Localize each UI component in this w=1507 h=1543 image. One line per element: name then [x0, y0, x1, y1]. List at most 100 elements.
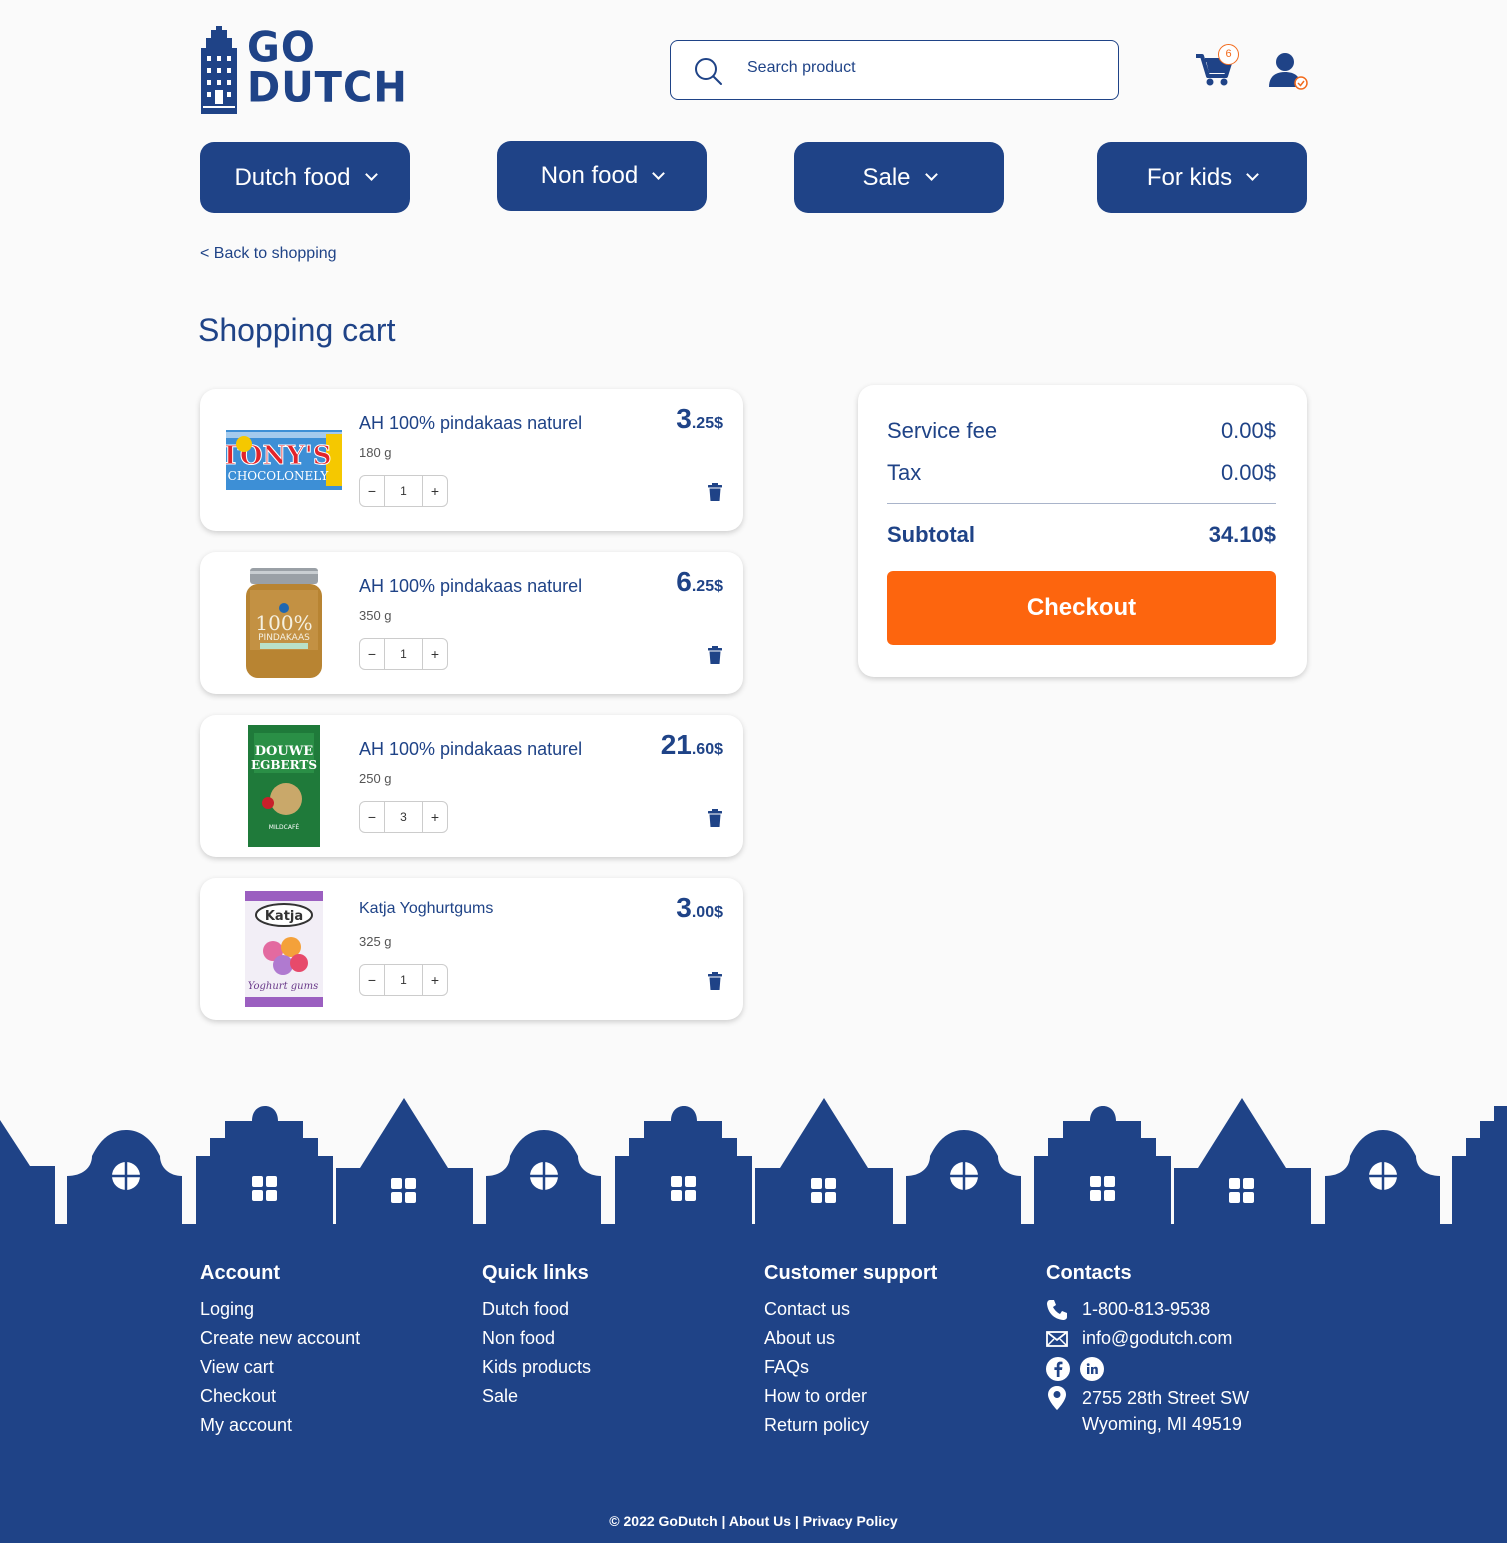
- product-name[interactable]: AH 100% pindakaas naturel: [359, 413, 582, 434]
- candy-bag-image: Katja Yoghurt gums: [245, 891, 323, 1007]
- increase-button[interactable]: +: [423, 639, 447, 669]
- order-summary: Service fee 0.00$ Tax 0.00$ Subtotal 34.…: [858, 385, 1307, 677]
- svg-text:CHOCOLONELY: CHOCOLONELY: [228, 469, 330, 483]
- product-weight: 250 g: [359, 771, 392, 786]
- product-price: 3.25$: [676, 403, 723, 434]
- about-us-link[interactable]: About Us: [729, 1513, 791, 1529]
- back-to-shopping-link[interactable]: < Back to shopping: [200, 245, 337, 263]
- canal-house-logo-icon: [201, 26, 237, 114]
- footer-link-how-to-order[interactable]: How to order: [764, 1382, 937, 1411]
- footer-heading: Quick links: [482, 1262, 589, 1284]
- footer-link-dutch-food[interactable]: Dutch food: [482, 1295, 591, 1324]
- chevron-down-icon: [1246, 168, 1260, 181]
- service-fee-value: 0.00$: [1220, 418, 1276, 443]
- phone-row[interactable]: 1-800-813-9538: [1046, 1295, 1249, 1324]
- page-title: Shopping cart: [198, 312, 396, 348]
- footer-link-checkout[interactable]: Checkout: [200, 1382, 360, 1411]
- linkedin-icon[interactable]: [1080, 1357, 1104, 1381]
- footer-link-view-cart[interactable]: View cart: [200, 1353, 360, 1382]
- footer-link-non-food[interactable]: Non food: [482, 1324, 591, 1353]
- search-input[interactable]: [747, 59, 1087, 77]
- svg-text:Yoghurt gums: Yoghurt gums: [248, 981, 318, 992]
- logo[interactable]: GO DUTCH: [199, 26, 407, 114]
- product-price: 3.00$: [676, 892, 723, 923]
- trash-icon[interactable]: [706, 809, 724, 827]
- nav-label: Sale: [862, 163, 911, 191]
- nav-sale[interactable]: Sale: [794, 142, 1004, 213]
- trash-icon[interactable]: [706, 646, 724, 664]
- location-pin-icon: [1048, 1386, 1066, 1410]
- subtotal-label: Subtotal: [887, 522, 975, 547]
- canal-houses-skyline-decoration: [0, 1098, 1507, 1230]
- footer-link-about-us[interactable]: About us: [764, 1324, 937, 1353]
- search-bar[interactable]: [670, 40, 1119, 100]
- tax-value: 0.00$: [1220, 460, 1276, 485]
- email-address[interactable]: info@godutch.com: [1082, 1324, 1232, 1353]
- footer-contacts-column: Contacts 1-800-813-9538 info@godutch.com: [1046, 1262, 1249, 1437]
- email-row[interactable]: info@godutch.com: [1046, 1324, 1249, 1353]
- product-price: 21.60$: [660, 729, 723, 760]
- phone-number[interactable]: 1-800-813-9538: [1082, 1295, 1210, 1324]
- chevron-down-icon: [652, 166, 666, 180]
- footer-link-login[interactable]: Loging: [200, 1295, 360, 1324]
- svg-text:MILDCAFÉ: MILDCAFÉ: [269, 823, 300, 831]
- product-name[interactable]: AH 100% pindakaas naturel: [359, 739, 582, 760]
- nav-non-food[interactable]: Non food: [497, 141, 707, 211]
- footer-link-create-account[interactable]: Create new account: [200, 1324, 360, 1353]
- quantity-value[interactable]: 1: [384, 965, 423, 995]
- account-button[interactable]: [1266, 50, 1310, 92]
- nav-label: Dutch food: [234, 163, 351, 191]
- decrease-button[interactable]: −: [360, 639, 384, 669]
- tax-row: Tax 0.00$: [887, 460, 1276, 486]
- quantity-stepper: − 3 +: [359, 801, 448, 833]
- decrease-button[interactable]: −: [360, 965, 384, 995]
- decrease-button[interactable]: −: [360, 802, 384, 832]
- product-name[interactable]: Katja Yoghurtgums: [359, 900, 493, 918]
- footer-link-contact-us[interactable]: Contact us: [764, 1295, 937, 1324]
- increase-button[interactable]: +: [423, 476, 447, 506]
- product-name[interactable]: AH 100% pindakaas naturel: [359, 576, 582, 597]
- nav-label: Non food: [540, 162, 639, 189]
- service-fee-label: Service fee: [887, 418, 998, 443]
- nav-dutch-food[interactable]: Dutch food: [200, 142, 410, 213]
- footer-link-return-policy[interactable]: Return policy: [764, 1411, 937, 1440]
- quantity-stepper: − 1 +: [359, 638, 448, 670]
- address-row: 2755 28th Street SW Wyoming, MI 49519: [1046, 1385, 1249, 1437]
- checkout-button[interactable]: Checkout: [887, 571, 1276, 645]
- trash-icon[interactable]: [706, 483, 724, 501]
- footer-link-faqs[interactable]: FAQs: [764, 1353, 937, 1382]
- product-image: Katja Yoghurt gums: [226, 888, 342, 1010]
- cart-item: 100% PINDAKAAS AH 100% pindakaas naturel…: [200, 552, 743, 694]
- svg-text:Katja: Katja: [265, 909, 303, 924]
- increase-button[interactable]: +: [423, 965, 447, 995]
- increase-button[interactable]: +: [423, 802, 447, 832]
- chocolate-bar-image: TONY'S CHOCOLONELY: [226, 430, 342, 490]
- quantity-stepper: − 1 +: [359, 964, 448, 996]
- coffee-package-image: DOUWE EGBERTS MILDCAFÉ: [248, 725, 320, 847]
- footer-link-my-account[interactable]: My account: [200, 1411, 360, 1440]
- footer-heading: Customer support: [764, 1262, 938, 1284]
- facebook-icon[interactable]: [1046, 1357, 1070, 1381]
- user-icon: [1269, 53, 1308, 90]
- product-image: DOUWE EGBERTS MILDCAFÉ: [226, 725, 342, 847]
- service-fee-row: Service fee 0.00$: [887, 418, 1276, 444]
- quantity-value[interactable]: 1: [384, 639, 423, 669]
- footer-heading: Contacts: [1046, 1262, 1132, 1284]
- svg-text:DOUWE: DOUWE: [255, 744, 314, 759]
- trash-icon[interactable]: [706, 972, 724, 990]
- chevron-down-icon: [924, 168, 938, 181]
- privacy-policy-link[interactable]: Privacy Policy: [803, 1513, 898, 1529]
- address: 2755 28th Street SW Wyoming, MI 49519: [1082, 1388, 1250, 1434]
- quantity-value[interactable]: 3: [384, 802, 423, 832]
- product-weight: 325 g: [359, 934, 392, 949]
- cart-item: TONY'S CHOCOLONELY AH 100% pindakaas nat…: [200, 389, 743, 531]
- cart-count-badge: 6: [1218, 44, 1239, 65]
- footer-link-kids-products[interactable]: Kids products: [482, 1353, 591, 1382]
- footer-link-sale[interactable]: Sale: [482, 1382, 591, 1411]
- footer-account-column: Account Loging Create new account View c…: [200, 1262, 360, 1440]
- nav-for-kids[interactable]: For kids: [1097, 142, 1307, 213]
- tax-label: Tax: [887, 460, 922, 485]
- product-price: 6.25$: [676, 566, 723, 597]
- decrease-button[interactable]: −: [360, 476, 384, 506]
- quantity-value[interactable]: 1: [384, 476, 423, 506]
